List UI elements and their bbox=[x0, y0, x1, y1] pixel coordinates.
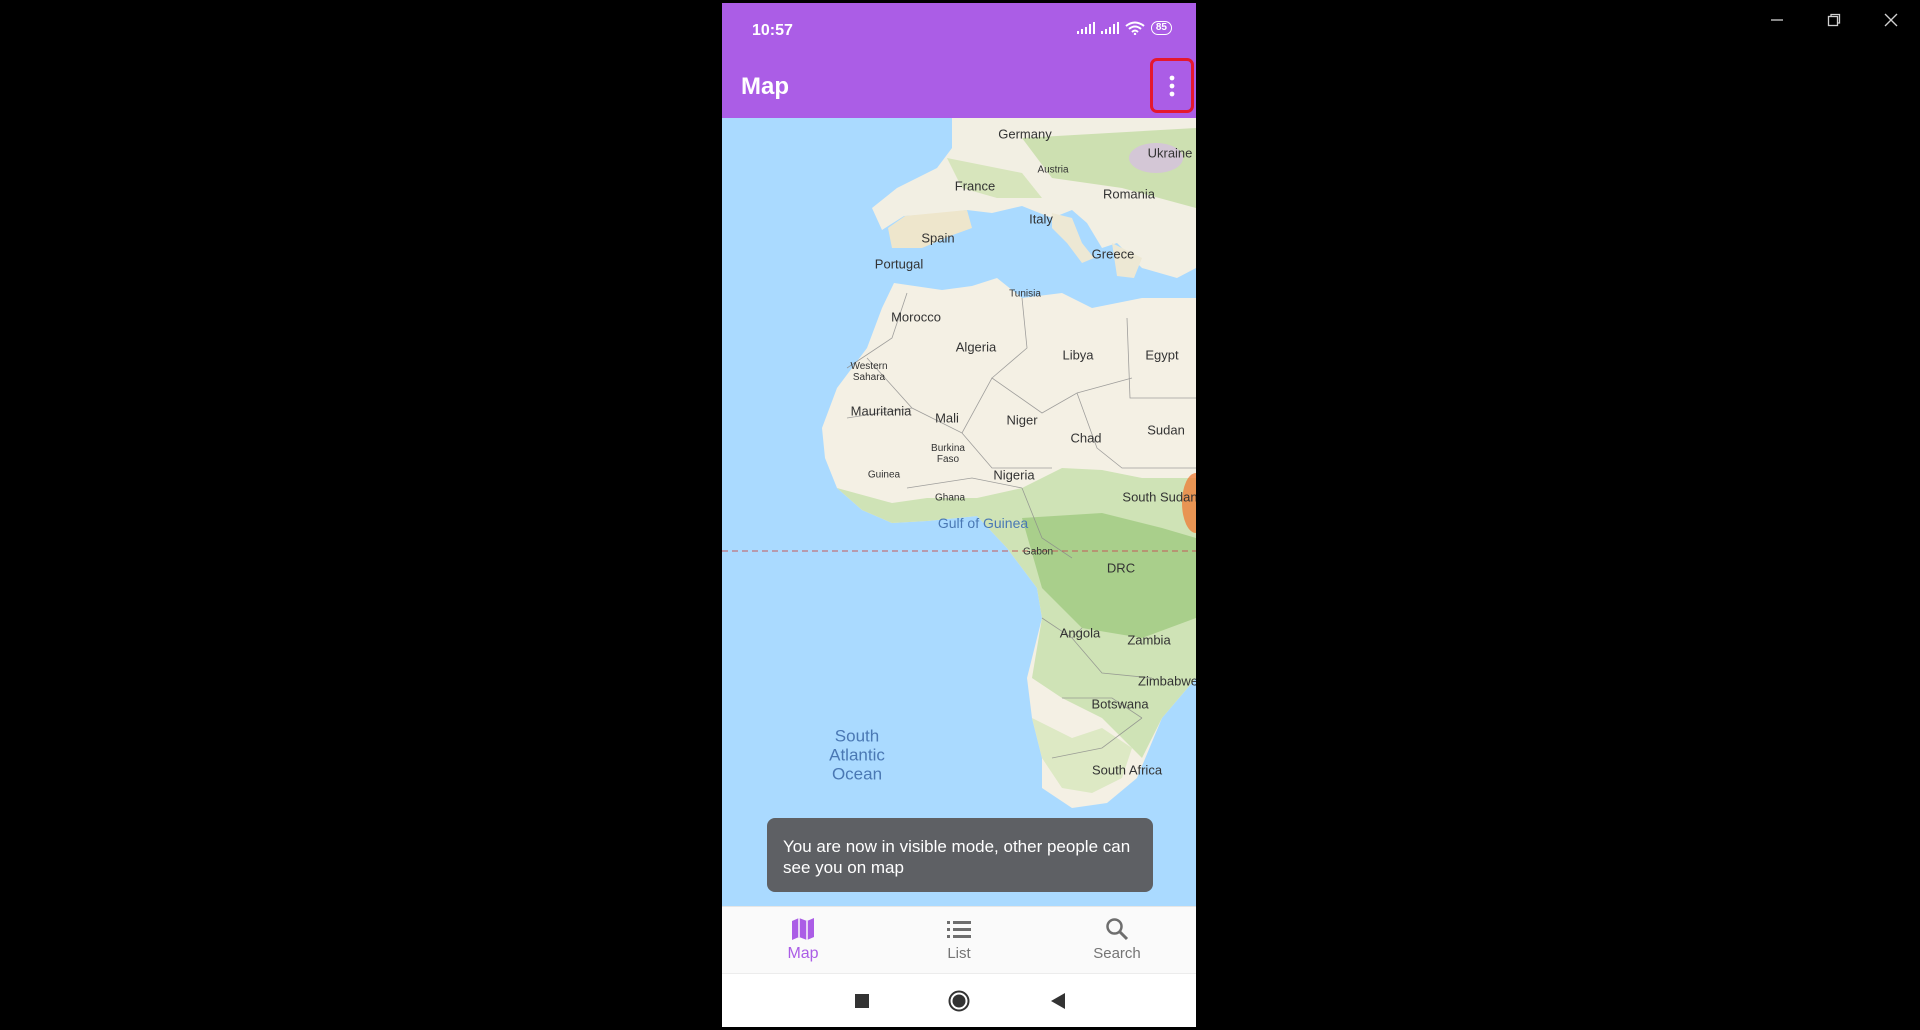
window-close-button[interactable] bbox=[1871, 8, 1911, 32]
map-label-italy: Italy bbox=[1029, 211, 1053, 227]
map-label-germany: Germany bbox=[998, 126, 1052, 142]
map-icon bbox=[792, 918, 814, 940]
overflow-menu-button[interactable] bbox=[1150, 58, 1194, 113]
map-label-gulf-of-guinea: Gulf of Guinea bbox=[937, 515, 1029, 531]
map-label-mali: Mali bbox=[935, 410, 959, 426]
nav-item-list[interactable]: List bbox=[880, 907, 1038, 974]
status-bar: 10:57 85 bbox=[722, 3, 1196, 54]
nav-label-list: List bbox=[947, 945, 971, 962]
map-label-ukraine: Ukraine bbox=[1147, 145, 1193, 161]
map-label-greece: Greece bbox=[1091, 246, 1135, 262]
map-label-zimbabwe: Zimbabwe bbox=[1138, 673, 1196, 689]
page-title: Map bbox=[741, 73, 789, 100]
close-icon bbox=[1884, 13, 1898, 27]
wifi-icon bbox=[1125, 21, 1145, 35]
map-label-gabon: Gabon bbox=[1022, 546, 1054, 558]
search-icon bbox=[1106, 918, 1129, 941]
phone-screen: 10:57 85 Map Germany Austria Ukraine Fra… bbox=[722, 3, 1196, 1027]
map-label-burkina-faso: Burkina Faso bbox=[931, 443, 965, 465]
map-label-south-africa: South Africa bbox=[1091, 762, 1163, 778]
system-navigation-bar bbox=[722, 973, 1196, 1027]
restore-icon bbox=[1827, 13, 1841, 27]
map-label-austria: Austria bbox=[1037, 164, 1069, 176]
status-time: 10:57 bbox=[752, 22, 793, 39]
map-label-chad: Chad bbox=[1070, 430, 1102, 446]
triangle-back-icon bbox=[1051, 993, 1065, 1009]
status-icons: 85 bbox=[1076, 21, 1172, 35]
back-button[interactable] bbox=[1044, 987, 1072, 1015]
map-label-algeria: Algeria bbox=[955, 339, 997, 355]
map-label-mauritania: Mauritania bbox=[850, 403, 912, 419]
map-label-sudan: Sudan bbox=[1147, 422, 1185, 438]
recents-button[interactable] bbox=[848, 987, 876, 1015]
map-label-tunisia: Tunisia bbox=[1009, 288, 1041, 300]
bottom-navigation: Map List Search bbox=[722, 906, 1196, 974]
map-label-niger: Niger bbox=[1006, 412, 1038, 428]
map-label-guinea: Guinea bbox=[867, 469, 901, 481]
cell-signal-icon bbox=[1076, 22, 1095, 34]
minimize-icon bbox=[1771, 19, 1783, 21]
map-view[interactable]: Germany Austria Ukraine France Romania I… bbox=[722, 118, 1196, 906]
square-icon bbox=[855, 994, 869, 1008]
map-label-spain: Spain bbox=[921, 230, 955, 246]
map-label-south-atlantic-ocean: South Atlantic Ocean bbox=[829, 726, 885, 784]
map-label-south-sudan: South Sudan bbox=[1122, 489, 1196, 505]
map-label-morocco: Morocco bbox=[891, 309, 941, 325]
map-label-angola: Angola bbox=[1059, 625, 1101, 641]
map-label-romania: Romania bbox=[1102, 186, 1156, 202]
map-label-nigeria: Nigeria bbox=[993, 467, 1035, 483]
nav-label-search: Search bbox=[1093, 945, 1141, 962]
map-label-zambia: Zambia bbox=[1127, 632, 1171, 648]
home-button[interactable] bbox=[945, 987, 973, 1015]
battery-indicator: 85 bbox=[1150, 21, 1172, 35]
map-label-western-sahara: Western Sahara bbox=[850, 361, 888, 383]
toast-message: You are now in visible mode, other peopl… bbox=[767, 818, 1153, 892]
nav-item-search[interactable]: Search bbox=[1038, 907, 1196, 974]
map-label-drc: DRC bbox=[1106, 560, 1136, 576]
window-restore-button[interactable] bbox=[1814, 8, 1854, 32]
map-base bbox=[722, 118, 1196, 808]
map-label-egypt: Egypt bbox=[1145, 347, 1179, 363]
map-label-libya: Libya bbox=[1062, 347, 1094, 363]
nav-label-map: Map bbox=[787, 945, 819, 962]
app-bar: Map bbox=[722, 54, 1196, 118]
circle-icon bbox=[948, 990, 970, 1012]
map-label-france: France bbox=[954, 178, 996, 194]
map-label-ghana: Ghana bbox=[934, 492, 966, 504]
map-label-botswana: Botswana bbox=[1091, 696, 1149, 712]
list-icon bbox=[947, 921, 971, 938]
cell-signal-2-icon bbox=[1100, 22, 1119, 34]
more-vertical-icon bbox=[1169, 75, 1175, 96]
nav-item-map[interactable]: Map bbox=[724, 907, 882, 974]
map-label-portugal: Portugal bbox=[874, 256, 924, 272]
window-minimize-button[interactable] bbox=[1757, 8, 1797, 32]
